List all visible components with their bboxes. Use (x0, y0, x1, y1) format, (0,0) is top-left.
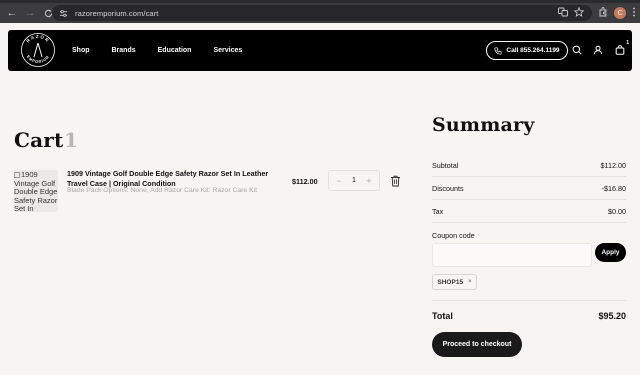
quantity-stepper: − 1 + (328, 170, 380, 191)
svg-text:RAZOR: RAZOR (25, 34, 50, 44)
svg-text:EMPORIUM: EMPORIUM (26, 55, 50, 65)
tax-label: Tax (432, 207, 444, 216)
checkout-button[interactable]: Proceed to checkout (432, 332, 522, 357)
nav-services[interactable]: Services (213, 47, 242, 54)
summary-title: Summary (432, 114, 535, 136)
quantity-increase-button[interactable]: + (365, 176, 373, 186)
product-price: $112.00 (292, 177, 318, 186)
site-header: RAZOR EMPORIUM Shop Brands Education Ser… (8, 30, 632, 71)
cart-icon[interactable]: 1 (614, 40, 629, 56)
logo-top-text: RAZOR (25, 34, 49, 44)
discounts-row: Discounts -$16.80 (432, 184, 626, 193)
back-arrow-icon[interactable]: ← (4, 5, 20, 21)
applied-coupon-chip: SHOP15 × (432, 274, 477, 290)
tax-value: $0.00 (608, 207, 626, 216)
cart-title: Cart (14, 128, 64, 152)
subtotal-value: $112.00 (600, 161, 626, 170)
product-image-alt-text: 1909 Vintage Golf Double Edge Safety Raz… (14, 170, 58, 212)
razor-emporium-logo[interactable]: RAZOR EMPORIUM (20, 32, 56, 68)
cart-badge: 1 (626, 40, 629, 46)
divider (432, 199, 626, 200)
quantity-value[interactable]: 1 (352, 177, 356, 184)
search-icon[interactable] (571, 44, 583, 56)
url-text[interactable]: razoremporium.com/cart (75, 9, 158, 18)
call-button[interactable]: Call 855.264.1199 (486, 41, 568, 60)
product-options: Blade Pack Options: None, Add Razor Care… (67, 187, 258, 194)
broken-image-icon (14, 172, 20, 178)
main-nav: Shop Brands Education Services (72, 30, 264, 71)
logo-bottom-text: EMPORIUM (26, 55, 50, 65)
browser-menu-icon[interactable] (632, 4, 636, 22)
site-info-icon[interactable] (57, 7, 69, 19)
nav-shop[interactable]: Shop (72, 47, 90, 54)
cart-item-count: 1 (64, 128, 78, 152)
coupon-label: Coupon code (432, 231, 475, 240)
phone-icon (494, 46, 502, 55)
coupon-input[interactable] (432, 243, 592, 267)
divider (432, 222, 626, 223)
account-icon[interactable] (592, 44, 604, 56)
nav-education[interactable]: Education (158, 47, 192, 54)
divider (432, 300, 626, 301)
divider (432, 176, 626, 177)
translate-icon[interactable] (558, 4, 568, 22)
total-row: Total $95.20 (432, 311, 626, 321)
tax-row: Tax $0.00 (432, 207, 626, 216)
total-value: $95.20 (598, 311, 626, 321)
quantity-decrease-button[interactable]: − (335, 176, 343, 186)
trash-icon[interactable] (390, 174, 401, 187)
discounts-value: -$16.80 (601, 184, 626, 193)
subtotal-row: Subtotal $112.00 (432, 161, 626, 170)
product-image[interactable]: 1909 Vintage Golf Double Edge Safety Raz… (14, 170, 58, 212)
subtotal-label: Subtotal (432, 161, 459, 170)
profile-avatar[interactable]: C (614, 7, 626, 19)
bookmark-star-icon[interactable] (573, 4, 585, 22)
total-label: Total (432, 311, 453, 321)
product-name[interactable]: 1909 Vintage Golf Double Edge Safety Raz… (67, 169, 289, 188)
forward-arrow-icon[interactable]: → (22, 5, 38, 21)
remove-coupon-button[interactable]: × (468, 279, 472, 285)
discounts-label: Discounts (432, 184, 464, 193)
extensions-icon[interactable] (598, 4, 608, 22)
address-bar[interactable]: razoremporium.com/cart (52, 5, 592, 21)
browser-toolbar: ← → razoremporium.com/cart C (0, 3, 640, 23)
call-label: Call 855.264.1199 (506, 47, 560, 54)
apply-coupon-button[interactable]: Apply (595, 243, 626, 262)
nav-brands[interactable]: Brands (112, 47, 136, 54)
applied-coupon-code: SHOP15 (437, 278, 464, 286)
